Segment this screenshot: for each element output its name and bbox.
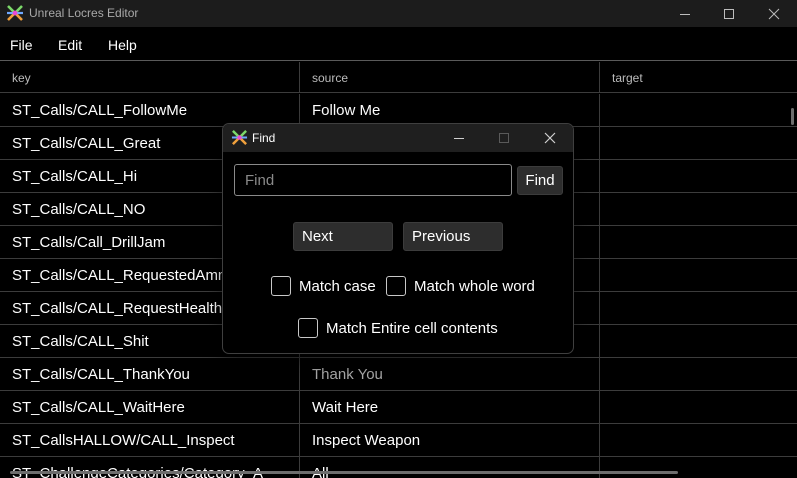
close-icon [768, 8, 780, 19]
key-cell[interactable]: ST_Calls/CALL_ThankYou [0, 358, 300, 391]
find-button[interactable]: Find [517, 166, 563, 195]
column-header-target[interactable]: target [600, 62, 797, 93]
target-cell[interactable] [600, 94, 797, 127]
target-cell[interactable] [600, 457, 797, 478]
close-button[interactable] [751, 0, 797, 27]
key-cell[interactable]: ST_Calls/CALL_WaitHere [0, 391, 300, 424]
app-icon [7, 5, 23, 21]
target-cell[interactable] [600, 358, 797, 391]
menu-file[interactable]: File [10, 37, 33, 53]
table-row[interactable]: ST_ChallengeCategories/Category_A All [0, 457, 797, 478]
minimize-icon [454, 138, 464, 139]
menu-bar: File Edit Help [0, 27, 797, 61]
source-cell[interactable]: All [300, 457, 600, 478]
table-header: key source target [0, 62, 797, 93]
minimize-icon [680, 13, 690, 15]
target-cell[interactable] [600, 259, 797, 292]
vertical-scrollbar[interactable] [791, 108, 794, 125]
title-bar: Unreal Locres Editor [0, 0, 797, 27]
match-whole-word-label[interactable]: Match whole word [414, 278, 535, 295]
target-cell[interactable] [600, 226, 797, 259]
target-cell[interactable] [600, 193, 797, 226]
find-dialog-title: Find [252, 131, 276, 145]
target-cell[interactable] [600, 424, 797, 457]
minimize-button[interactable] [662, 0, 708, 27]
dialog-close-button[interactable] [530, 124, 570, 152]
previous-button[interactable]: Previous [403, 222, 503, 251]
dialog-minimize-button[interactable] [439, 124, 479, 152]
target-cell[interactable] [600, 160, 797, 193]
target-cell[interactable] [600, 292, 797, 325]
key-cell[interactable]: ST_ChallengeCategories/Category_A [0, 457, 300, 478]
match-whole-word-checkbox[interactable] [386, 276, 406, 296]
target-cell[interactable] [600, 325, 797, 358]
close-icon [544, 132, 556, 144]
match-case-label[interactable]: Match case [299, 278, 376, 295]
source-cell[interactable]: Thank You [300, 358, 600, 391]
column-header-key[interactable]: key [0, 62, 300, 93]
dialog-maximize-button [484, 124, 524, 152]
next-button[interactable]: Next [293, 222, 393, 251]
table-row[interactable]: ST_CallsHALLOW/CALL_Inspect Inspect Weap… [0, 424, 797, 457]
table-row[interactable]: ST_Calls/CALL_ThankYou Thank You [0, 358, 797, 391]
target-cell[interactable] [600, 127, 797, 160]
source-cell[interactable]: Inspect Weapon [300, 424, 600, 457]
maximize-icon [499, 133, 509, 143]
window-title: Unreal Locres Editor [29, 6, 139, 20]
table-row[interactable]: ST_Calls/CALL_WaitHere Wait Here [0, 391, 797, 424]
find-dialog-title-bar: Find [223, 124, 573, 152]
menu-edit[interactable]: Edit [58, 37, 82, 53]
column-header-source[interactable]: source [300, 62, 600, 93]
target-cell[interactable] [600, 391, 797, 424]
maximize-button[interactable] [706, 0, 752, 27]
match-case-checkbox[interactable] [271, 276, 291, 296]
maximize-icon [724, 8, 734, 19]
menu-help[interactable]: Help [108, 37, 137, 53]
horizontal-scrollbar[interactable] [10, 471, 678, 474]
find-dialog: Find Find Next Previous Match case Match… [222, 123, 574, 354]
find-input[interactable] [234, 164, 512, 196]
source-cell[interactable]: Wait Here [300, 391, 600, 424]
app-icon [231, 130, 248, 145]
key-cell[interactable]: ST_CallsHALLOW/CALL_Inspect [0, 424, 300, 457]
match-entire-cell-checkbox[interactable] [298, 318, 318, 338]
match-entire-cell-label[interactable]: Match Entire cell contents [326, 320, 498, 337]
